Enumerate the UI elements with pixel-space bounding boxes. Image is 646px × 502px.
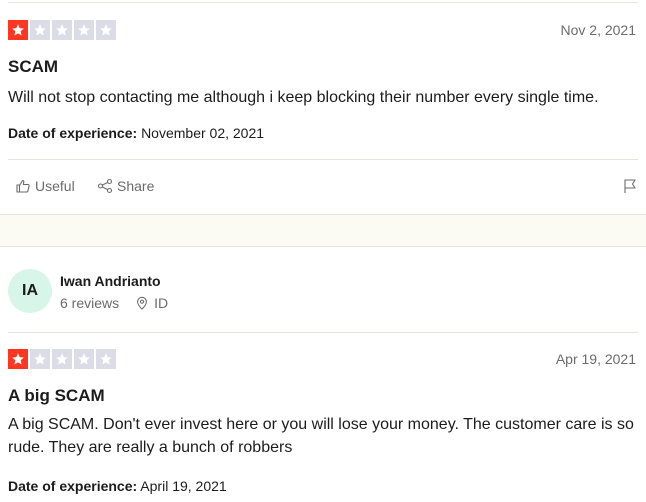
useful-button[interactable]: Useful (15, 178, 75, 194)
star-icon (74, 20, 94, 40)
reviewer-location: ID (135, 295, 168, 311)
star-icon (96, 20, 116, 40)
review-date: Nov 2, 2021 (560, 22, 637, 38)
star-rating (8, 349, 116, 369)
reviews-count: 6 reviews (60, 295, 120, 311)
useful-label: Useful (35, 178, 75, 194)
reviewer-meta: 6 reviews ID (60, 295, 168, 311)
star-icon (8, 20, 28, 40)
review-date: Apr 19, 2021 (555, 351, 636, 367)
reviewer-name[interactable]: Iwan Andrianto (60, 273, 161, 289)
star-icon (96, 349, 116, 369)
thumbs-up-icon (16, 179, 30, 193)
review-title[interactable]: A big SCAM (8, 386, 105, 406)
star-icon (30, 349, 50, 369)
star-icon (8, 349, 28, 369)
location-pin-icon (137, 296, 148, 310)
divider (8, 2, 638, 3)
flag-icon (624, 179, 636, 193)
review-card: Nov 2, 2021 SCAM Will not stop contactin… (0, 0, 646, 214)
experience-label: Date of experience: (8, 478, 138, 494)
date-of-experience: Date of experience: November 02, 2021 (8, 125, 264, 141)
star-rating (8, 20, 116, 40)
review-title[interactable]: SCAM (8, 57, 58, 77)
review-body: A big SCAM. Don't ever invest here or yo… (8, 416, 634, 456)
date-of-experience: Date of experience: April 19, 2021 (8, 478, 227, 494)
section-separator (0, 214, 646, 247)
star-icon (52, 349, 72, 369)
divider (8, 159, 638, 160)
experience-date: April 19, 2021 (140, 478, 227, 494)
review-body: Will not stop contacting me although i k… (8, 89, 599, 106)
star-icon (30, 20, 50, 40)
review-card: IA Iwan Andrianto 6 reviews ID Apr 19, 2… (0, 247, 646, 502)
reviewer-country: ID (154, 295, 169, 311)
experience-date: November 02, 2021 (141, 125, 265, 141)
share-label: Share (117, 178, 155, 194)
divider (8, 332, 638, 333)
star-icon (74, 349, 94, 369)
report-button[interactable] (622, 178, 638, 199)
avatar[interactable]: IA (8, 269, 52, 313)
experience-label: Date of experience: (8, 125, 138, 141)
share-icon (97, 178, 113, 194)
star-icon (52, 20, 72, 40)
share-button[interactable]: Share (97, 178, 154, 194)
